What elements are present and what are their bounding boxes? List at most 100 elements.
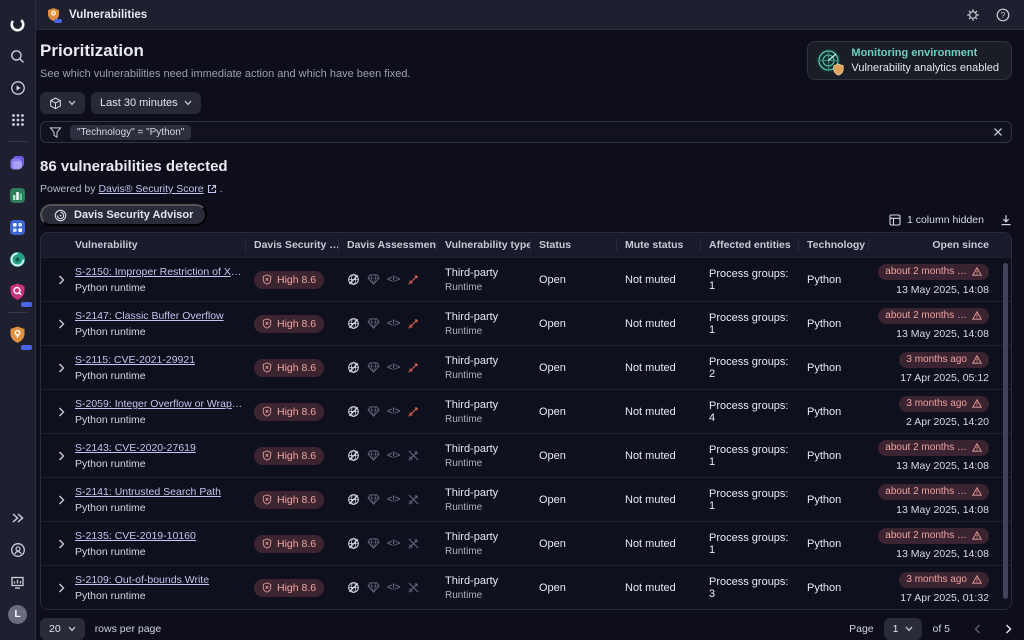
vulnerability-link[interactable]: S-2115: CVE-2021-29921 [75, 354, 195, 366]
mute-status-value: Not muted [617, 538, 701, 550]
vulnerability-type: Third-party [445, 443, 523, 455]
internet-exposure-icon [347, 405, 360, 418]
data-assets-icon [367, 274, 380, 285]
expand-row-chevron-icon[interactable] [53, 319, 69, 329]
table-row[interactable]: S-2150: Improper Restriction of XML E… P… [41, 257, 1011, 301]
severity-badge: High 8.6 [254, 403, 324, 421]
col-header-technology[interactable]: Technology [799, 238, 869, 252]
playback-icon[interactable] [5, 75, 31, 101]
metrics-app-icon[interactable] [5, 182, 31, 208]
vulnerability-link[interactable]: S-2135: CVE-2019-10160 [75, 530, 196, 542]
expand-row-chevron-icon[interactable] [53, 363, 69, 373]
dashboards-app-icon[interactable] [5, 214, 31, 240]
vulnerability-link[interactable]: S-2059: Integer Overflow or Wraparou… [75, 398, 246, 410]
kubernetes-app-icon[interactable] [5, 246, 31, 272]
search-icon[interactable] [5, 43, 31, 69]
table-row[interactable]: S-2141: Untrusted Search Path Python run… [41, 477, 1011, 521]
preview-tag [54, 19, 62, 23]
table-row[interactable]: S-2109: Out-of-bounds Write Python runti… [41, 565, 1011, 609]
data-assets-icon [367, 362, 380, 373]
shield-x-icon [262, 318, 272, 329]
expand-row-chevron-icon[interactable] [53, 583, 69, 593]
main-content: Prioritization See which vulnerabilities… [36, 30, 1024, 640]
expand-row-chevron-icon[interactable] [53, 539, 69, 549]
dynatrace-logo[interactable] [5, 11, 31, 37]
scope-selector-button[interactable] [40, 92, 85, 114]
col-header-open-since[interactable]: Open since [869, 238, 999, 252]
status-value: Open [531, 406, 617, 418]
public-exploit-icon [407, 537, 420, 550]
davis-assessment-cell: <!> [339, 537, 437, 550]
rows-per-page-select[interactable]: 20 [40, 618, 85, 640]
table-columns-icon [889, 214, 901, 226]
vulnerability-count-heading: 86 vulnerabilities detected [40, 158, 1012, 175]
open-since-badge: 3 months ago [899, 572, 989, 588]
public-exploit-icon [407, 317, 420, 330]
table-row[interactable]: S-2135: CVE-2019-10160 Python runtime Hi… [41, 521, 1011, 565]
davis-security-advisor-button[interactable]: Davis Security Advisor [40, 204, 207, 226]
vulnerability-layer: Runtime [445, 370, 523, 381]
vulnerable-function-icon: <!> [387, 582, 400, 593]
status-value: Open [531, 274, 617, 286]
apps-grid-icon[interactable] [5, 107, 31, 133]
page-select[interactable]: 1 [884, 618, 923, 640]
vulnerable-function-icon: <!> [387, 274, 400, 285]
download-icon[interactable] [1000, 214, 1012, 226]
clouds-app-icon[interactable] [5, 150, 31, 176]
environment-name: Monitoring environment [851, 47, 999, 59]
columns-hidden-button[interactable]: 1 column hidden [889, 214, 984, 226]
table-body: S-2150: Improper Restriction of XML E… P… [41, 257, 1011, 609]
affected-entities-value: Process groups: 1 [701, 532, 799, 556]
col-header-mute-status[interactable]: Mute status [617, 238, 701, 252]
severity-badge: High 8.6 [254, 359, 324, 377]
vulnerabilities-table: Vulnerability Davis Security …↓ Davis As… [40, 232, 1012, 610]
vulnerability-link[interactable]: S-2141: Untrusted Search Path [75, 486, 221, 498]
user-avatar[interactable]: L [5, 601, 31, 627]
col-header-status[interactable]: Status [531, 238, 617, 252]
expand-row-chevron-icon[interactable] [53, 451, 69, 461]
settings-gear-icon[interactable] [966, 8, 980, 22]
expand-row-chevron-icon[interactable] [53, 275, 69, 285]
table-row[interactable]: S-2059: Integer Overflow or Wraparou… Py… [41, 389, 1011, 433]
davis-assessment-cell: <!> [339, 405, 437, 418]
affected-entities-value: Process groups: 1 [701, 444, 799, 468]
insights-icon[interactable] [5, 569, 31, 595]
table-row[interactable]: S-2115: CVE-2021-29921 Python runtime Hi… [41, 345, 1011, 389]
col-header-davis-assessment[interactable]: Davis Assessment [339, 238, 437, 252]
table-row[interactable]: S-2147: Classic Buffer Overflow Python r… [41, 301, 1011, 345]
col-header-vulnerability-type[interactable]: Vulnerability type [437, 238, 531, 252]
expand-row-chevron-icon[interactable] [53, 407, 69, 417]
time-range-button[interactable]: Last 30 minutes [91, 92, 201, 114]
security-investigator-app-icon[interactable] [5, 278, 31, 304]
chevron-down-icon [184, 100, 192, 106]
table-row[interactable]: S-2143: CVE-2020-27619 Python runtime Hi… [41, 433, 1011, 477]
expand-row-chevron-icon[interactable] [53, 495, 69, 505]
monitoring-environment-card[interactable]: Monitoring environment Vulnerability ana… [807, 41, 1012, 80]
funnel-icon [49, 126, 62, 139]
vulnerable-function-icon: <!> [387, 362, 400, 373]
col-header-davis-security-score[interactable]: Davis Security …↓ [246, 238, 339, 252]
davis-security-score-link[interactable]: Davis® Security Score [98, 183, 203, 195]
next-page-button[interactable] [1005, 624, 1012, 634]
preview-tag [21, 302, 32, 307]
vulnerability-layer: Runtime [445, 326, 523, 337]
support-icon[interactable] [5, 537, 31, 563]
filter-chip[interactable]: "Technology" = "Python" [70, 125, 191, 140]
filter-query-input[interactable]: "Technology" = "Python" [40, 121, 1012, 143]
vulnerabilities-app-icon[interactable] [5, 321, 31, 347]
col-header-vulnerability[interactable]: Vulnerability [41, 238, 246, 252]
vulnerability-link[interactable]: S-2150: Improper Restriction of XML E… [75, 266, 246, 278]
affected-entities-value: Process groups: 1 [701, 488, 799, 512]
vulnerability-link[interactable]: S-2147: Classic Buffer Overflow [75, 310, 224, 322]
clear-filter-icon[interactable] [993, 127, 1003, 137]
page-title: Prioritization [40, 41, 411, 61]
vulnerability-link[interactable]: S-2109: Out-of-bounds Write [75, 574, 209, 586]
powered-by-line: Powered by Davis® Security Score . [40, 183, 1012, 195]
help-icon[interactable]: ? [996, 8, 1010, 22]
col-header-affected-entities[interactable]: Affected entities [701, 238, 799, 252]
vulnerability-link[interactable]: S-2143: CVE-2020-27619 [75, 442, 196, 454]
vertical-scrollbar[interactable] [1003, 263, 1008, 599]
status-value: Open [531, 538, 617, 550]
expand-sidebar-icon[interactable] [5, 505, 31, 531]
previous-page-button[interactable] [974, 624, 981, 634]
